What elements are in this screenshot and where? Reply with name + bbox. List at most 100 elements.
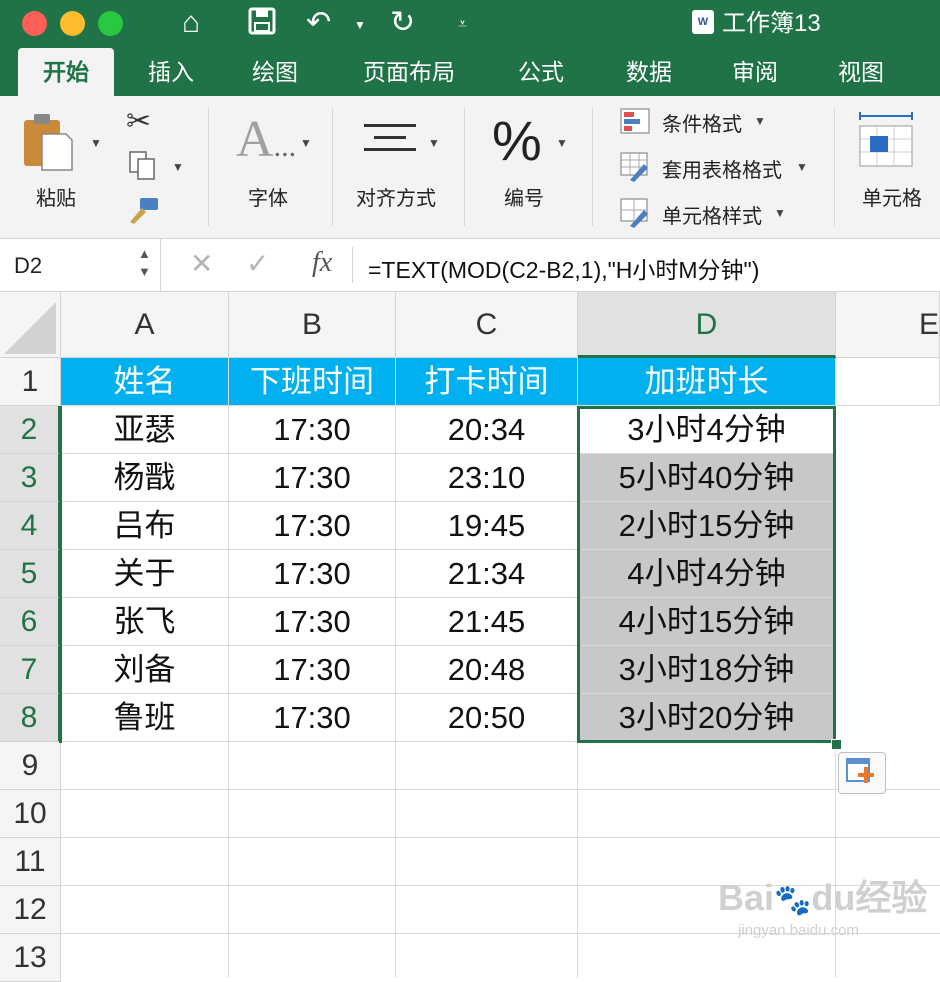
paste-dropdown-icon[interactable]: ▼ [90, 136, 102, 150]
home-icon[interactable]: ⌂ [182, 6, 200, 40]
row-header-5[interactable]: 5 [0, 550, 61, 598]
row-header-10[interactable]: 10 [0, 790, 61, 838]
cell-b7[interactable]: 17:30 [229, 646, 396, 694]
customize-toolbar-icon[interactable]: ⩡ [458, 16, 467, 34]
row-header-2[interactable]: 2 [0, 406, 61, 454]
cell-c8[interactable]: 20:50 [396, 694, 578, 742]
cell-style-button[interactable]: 单元格样式 [662, 200, 762, 229]
close-window-button[interactable] [22, 11, 47, 36]
cell-c6[interactable]: 21:45 [396, 598, 578, 646]
percent-icon[interactable]: % [492, 108, 542, 173]
name-box[interactable]: D2 ▲ ▼ [0, 239, 161, 291]
align-dropdown-icon[interactable]: ▼ [428, 136, 440, 150]
tab-view[interactable]: 视图 [818, 48, 904, 96]
conditional-format-dropdown-icon[interactable]: ▼ [754, 114, 766, 128]
cell-style-icon[interactable] [620, 198, 652, 233]
confirm-formula-icon[interactable]: ✓ [246, 247, 269, 280]
cancel-formula-icon[interactable]: ✕ [190, 247, 213, 280]
row-header-9[interactable]: 9 [0, 742, 61, 790]
column-header-a[interactable]: A [61, 292, 229, 358]
font-icon[interactable]: A... [236, 110, 296, 169]
tab-review[interactable]: 审阅 [712, 48, 798, 96]
minimize-window-button[interactable] [60, 11, 85, 36]
row-header-13[interactable]: 13 [0, 934, 61, 982]
conditional-format-icon[interactable] [620, 108, 650, 139]
name-box-stepper-icon[interactable]: ▲ ▼ [138, 245, 151, 281]
cell-c4[interactable]: 19:45 [396, 502, 578, 550]
row-header-3[interactable]: 3 [0, 454, 61, 502]
row-header-4[interactable]: 4 [0, 502, 61, 550]
undo-dropdown-icon[interactable]: ▼ [354, 18, 366, 32]
cell-c1[interactable]: 打卡时间 [396, 358, 578, 406]
cell-a3[interactable]: 杨戬 [61, 454, 229, 502]
tab-data[interactable]: 数据 [606, 48, 692, 96]
cells-icon[interactable] [856, 110, 916, 175]
formula-input[interactable]: =TEXT(MOD(C2-B2,1),"H小时M分钟") [368, 251, 759, 285]
cell-a1[interactable]: 姓名 [61, 358, 229, 406]
cell-b1[interactable]: 下班时间 [229, 358, 396, 406]
gridline-col-d [577, 742, 578, 978]
cell-a5[interactable]: 关于 [61, 550, 229, 598]
column-header-c[interactable]: C [396, 292, 578, 358]
column-header-d[interactable]: D [578, 292, 836, 358]
fill-handle[interactable] [831, 739, 842, 750]
table-format-icon[interactable] [620, 152, 652, 187]
watermark-url: jingyan.baidu.com [738, 922, 859, 939]
cell-d1[interactable]: 加班时长 [578, 358, 836, 406]
cell-b4[interactable]: 17:30 [229, 502, 396, 550]
row-header-12[interactable]: 12 [0, 886, 61, 934]
conditional-format-button[interactable]: 条件格式 [662, 108, 742, 137]
row-header-11[interactable]: 11 [0, 838, 61, 886]
cell-e1[interactable] [836, 358, 940, 406]
copy-dropdown-icon[interactable]: ▼ [172, 160, 184, 174]
tab-home[interactable]: 开始 [18, 48, 114, 96]
tab-draw[interactable]: 绘图 [232, 48, 318, 96]
cell-b5[interactable]: 17:30 [229, 550, 396, 598]
tab-insert[interactable]: 插入 [128, 48, 214, 96]
row-header-8[interactable]: 8 [0, 694, 61, 742]
cell-b3[interactable]: 17:30 [229, 454, 396, 502]
ribbon: ▼ 粘贴 ✂ ▼ A... ▼ 字体 ▼ 对齐方式 % ▼ 编号 条件格式 ▼ … [0, 96, 940, 239]
cell-a7[interactable]: 刘备 [61, 646, 229, 694]
cut-icon[interactable]: ✂ [126, 104, 151, 139]
tab-formulas[interactable]: 公式 [498, 48, 584, 96]
maximize-window-button[interactable] [98, 11, 123, 36]
cell-b8[interactable]: 17:30 [229, 694, 396, 742]
save-icon[interactable] [248, 6, 276, 44]
cells-label: 单元格 [862, 188, 922, 210]
cell-c2[interactable]: 20:34 [396, 406, 578, 454]
cell-a2[interactable]: 亚瑟 [61, 406, 229, 454]
font-dropdown-icon[interactable]: ▼ [300, 136, 312, 150]
cell-a8[interactable]: 鲁班 [61, 694, 229, 742]
quick-analysis-button[interactable] [838, 752, 886, 794]
cell-a6[interactable]: 张飞 [61, 598, 229, 646]
cell-c3[interactable]: 23:10 [396, 454, 578, 502]
table-format-dropdown-icon[interactable]: ▼ [796, 160, 808, 174]
name-box-value: D2 [14, 253, 43, 278]
word-doc-icon: W [692, 10, 714, 34]
tab-page-layout[interactable]: 页面布局 [346, 48, 472, 96]
gridline-col-c [395, 742, 396, 978]
column-header-e[interactable]: E [836, 292, 940, 358]
insert-function-icon[interactable]: fx [312, 247, 332, 279]
cell-style-dropdown-icon[interactable]: ▼ [774, 206, 786, 220]
paste-icon[interactable] [22, 112, 74, 177]
row-header-6[interactable]: 6 [0, 598, 61, 646]
format-painter-icon[interactable] [126, 196, 160, 229]
cell-a4[interactable]: 吕布 [61, 502, 229, 550]
cell-b6[interactable]: 17:30 [229, 598, 396, 646]
redo-icon[interactable]: ↻ [390, 6, 415, 40]
cell-c7[interactable]: 20:48 [396, 646, 578, 694]
cell-c5[interactable]: 21:34 [396, 550, 578, 598]
cell-b2[interactable]: 17:30 [229, 406, 396, 454]
number-dropdown-icon[interactable]: ▼ [556, 136, 568, 150]
select-all-corner[interactable] [0, 292, 61, 358]
align-icon[interactable] [364, 122, 416, 167]
column-header-b[interactable]: B [229, 292, 396, 358]
copy-icon[interactable] [128, 150, 158, 187]
table-format-button[interactable]: 套用表格格式 [662, 154, 782, 183]
row-header-7[interactable]: 7 [0, 646, 61, 694]
row-header-1[interactable]: 1 [0, 358, 61, 406]
ribbon-separator [834, 108, 835, 226]
undo-icon[interactable]: ↶ [306, 6, 331, 40]
